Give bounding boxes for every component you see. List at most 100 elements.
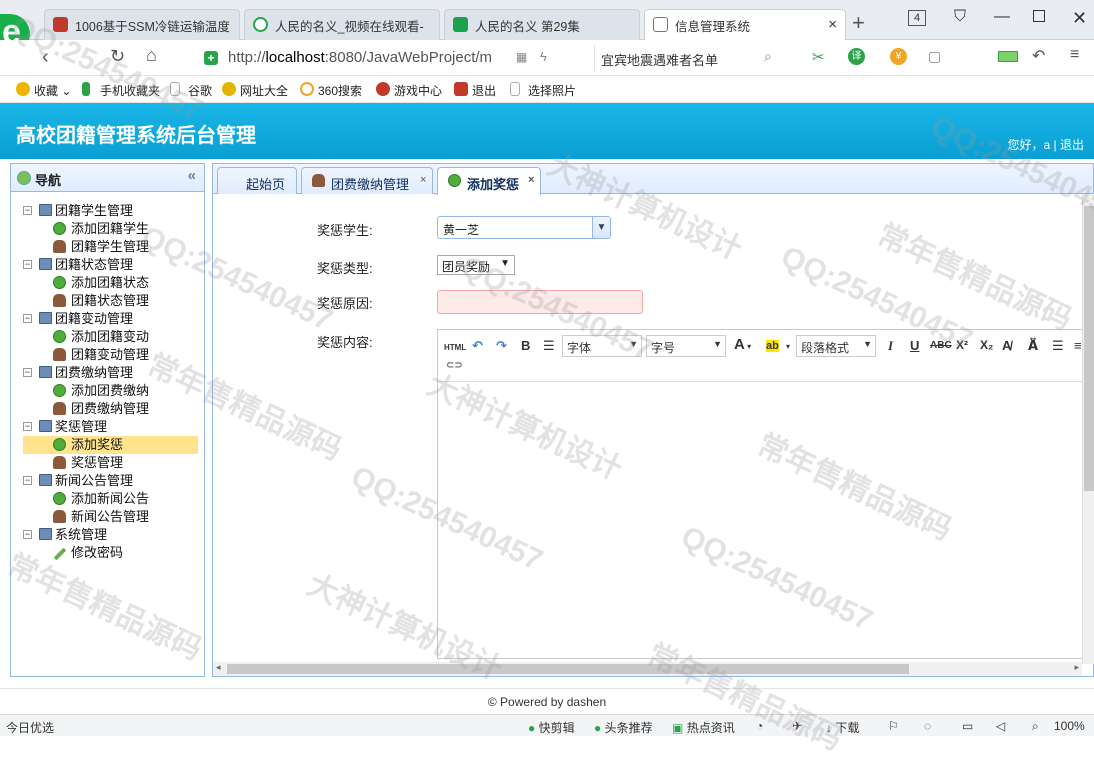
bookmark-item[interactable]: 游戏中心	[376, 82, 442, 99]
nav-item[interactable]: 添加新闻公告	[23, 490, 198, 508]
browser-tab[interactable]: 1006基于SSM冷链运输温度	[44, 9, 240, 40]
student-select[interactable]: 黄一芝 ▼	[437, 216, 611, 239]
nav-group[interactable]: − 团籍变动管理	[23, 310, 198, 328]
sound-icon[interactable]: ◁	[996, 719, 1005, 733]
scroll-right-icon[interactable]: ▸	[1074, 662, 1079, 673]
bookmark-item[interactable]: 手机收藏夹	[82, 82, 160, 99]
collapse-toggle-icon[interactable]: −	[23, 476, 32, 485]
nav-item[interactable]: 团籍状态管理	[23, 292, 198, 310]
speed-icon[interactable]: ◔	[756, 719, 763, 733]
superscript-button[interactable]: X²	[956, 338, 968, 352]
game-icon[interactable]: ▢	[928, 48, 941, 65]
status-item[interactable]: ● 快剪辑	[528, 719, 575, 736]
justify-icon[interactable]: ☰	[1052, 338, 1064, 354]
reason-input[interactable]	[437, 290, 643, 314]
strikethrough-button[interactable]: ABC	[930, 340, 952, 351]
url-input[interactable]: + http://localhost:8080/JavaWebProject/m	[196, 45, 586, 71]
more-icon[interactable]: ≡	[1074, 338, 1082, 353]
undo-icon[interactable]: ↶	[1032, 46, 1045, 66]
shirt-icon[interactable]: ⛉	[954, 8, 966, 26]
nav-group[interactable]: − 系统管理	[23, 526, 198, 544]
scissors-icon[interactable]: ✂	[812, 48, 825, 66]
battery-icon[interactable]	[998, 51, 1018, 62]
nav-item[interactable]: 团籍学生管理	[23, 238, 198, 256]
nav-item[interactable]: 修改密码	[23, 544, 198, 562]
browser-tab[interactable]: 人民的名义_视频在线观看-	[244, 9, 440, 40]
nav-item[interactable]: 团籍变动管理	[23, 346, 198, 364]
close-tab-icon[interactable]: ×	[528, 174, 534, 186]
flag-icon[interactable]: ⚐	[888, 719, 899, 733]
logout-link[interactable]: 退出	[1060, 138, 1084, 152]
close-tab-icon[interactable]: ×	[420, 174, 426, 186]
back-icon[interactable]: ‹	[42, 46, 49, 69]
bookmark-item[interactable]: 网址大全	[222, 82, 288, 99]
font-size-select[interactable]: 字号 ▼	[646, 335, 726, 357]
subscript-button[interactable]: X₂	[980, 338, 993, 352]
bookmark-item[interactable]: 选择照片	[510, 82, 576, 99]
collapse-toggle-icon[interactable]: −	[23, 314, 32, 323]
bookmark-item[interactable]: 退出	[454, 82, 496, 99]
pin-icon[interactable]: ✈	[792, 719, 802, 733]
nav-group[interactable]: − 奖惩管理	[23, 418, 198, 436]
maximize-icon[interactable]	[1033, 10, 1045, 22]
font-family-select[interactable]: 字体 ▼	[562, 335, 642, 357]
bookmark-item[interactable]: 收藏 ⌄	[16, 82, 71, 99]
collapse-toggle-icon[interactable]: −	[23, 260, 32, 269]
bolt-icon[interactable]: ϟ	[540, 49, 547, 64]
nav-group[interactable]: − 团籍状态管理	[23, 256, 198, 274]
font-color-button[interactable]: A ▾	[734, 336, 751, 353]
tab-fee-management[interactable]: 团费缴纳管理 ×	[301, 167, 433, 194]
tab-add-reward[interactable]: 添加奖惩 ×	[437, 167, 541, 195]
bookmark-item[interactable]: 谷歌	[170, 82, 212, 99]
collapse-icon[interactable]: «	[188, 167, 196, 184]
menu-icon[interactable]: ≡	[1070, 46, 1079, 64]
tab-count-badge[interactable]: 4	[908, 10, 926, 26]
nav-item[interactable]: 新闻公告管理	[23, 508, 198, 526]
html-source-button[interactable]: HTML	[444, 343, 466, 352]
home-icon[interactable]: ⌂	[146, 45, 157, 66]
collapse-toggle-icon[interactable]: −	[23, 206, 32, 215]
align-icon[interactable]: ☰	[543, 338, 555, 354]
coin-icon[interactable]: ¥	[890, 48, 907, 65]
status-item[interactable]: ▣ 热点资讯	[672, 719, 735, 736]
vertical-scrollbar[interactable]	[1082, 194, 1094, 664]
minimize-icon[interactable]: —	[994, 8, 1010, 26]
qr-icon[interactable]: ▦	[516, 50, 527, 64]
link-icon[interactable]: ⊂⊃	[446, 360, 463, 371]
redo-icon[interactable]: ↷	[496, 338, 507, 354]
scroll-thumb[interactable]	[1084, 206, 1094, 491]
nav-item[interactable]: 奖惩管理	[23, 454, 198, 472]
bold-button[interactable]: B	[521, 338, 530, 353]
horizontal-scrollbar[interactable]: ◂ ▸	[213, 662, 1082, 676]
highlight-button[interactable]: ab	[766, 340, 779, 352]
status-left-text[interactable]: 今日优选	[6, 719, 54, 736]
paragraph-format-select[interactable]: 段落格式 ▼	[796, 335, 876, 357]
close-window-icon[interactable]: ✕	[1072, 8, 1087, 29]
nav-item[interactable]: 添加团费缴纳	[23, 382, 198, 400]
chevron-down-icon[interactable]: ▼	[592, 217, 610, 238]
collapse-toggle-icon[interactable]: −	[23, 530, 32, 539]
scroll-left-icon[interactable]: ◂	[216, 662, 221, 673]
nav-item[interactable]: 添加团籍变动	[23, 328, 198, 346]
ie-icon[interactable]: ◌	[924, 719, 931, 733]
undo-icon[interactable]: ↶	[472, 338, 483, 354]
scroll-thumb[interactable]	[227, 664, 909, 674]
zoom-icon[interactable]: ⌕	[1032, 719, 1039, 734]
search-input[interactable]: 宜宾地震遇难者名单	[594, 45, 784, 71]
nav-item[interactable]: 添加团籍学生	[23, 220, 198, 238]
collapse-toggle-icon[interactable]: −	[23, 422, 32, 431]
nav-group[interactable]: − 团费缴纳管理	[23, 364, 198, 382]
nav-item[interactable]: 添加奖惩	[23, 436, 198, 454]
browser-tab[interactable]: 人民的名义 第29集	[444, 9, 640, 40]
type-select[interactable]: 团员奖励 ▼	[437, 255, 515, 275]
collapse-toggle-icon[interactable]: −	[23, 368, 32, 377]
rich-text-editor[interactable]: HTML ↶ ↷ B ☰ 字体 ▼ 字号 ▼ A ▾ ab ▾ 段落格式 ▼ I U …	[437, 329, 1087, 659]
underline-button[interactable]: U	[910, 338, 919, 353]
nav-item[interactable]: 团费缴纳管理	[23, 400, 198, 418]
status-item[interactable]: ↓ 下载	[826, 719, 859, 736]
tab-home[interactable]: 起始页	[217, 167, 297, 194]
zoom-level[interactable]: 100%	[1054, 719, 1085, 733]
nav-group[interactable]: − 新闻公告管理	[23, 472, 198, 490]
italic-button[interactable]: I	[888, 338, 893, 354]
clear-format-icon[interactable]: A̸	[1002, 338, 1011, 353]
